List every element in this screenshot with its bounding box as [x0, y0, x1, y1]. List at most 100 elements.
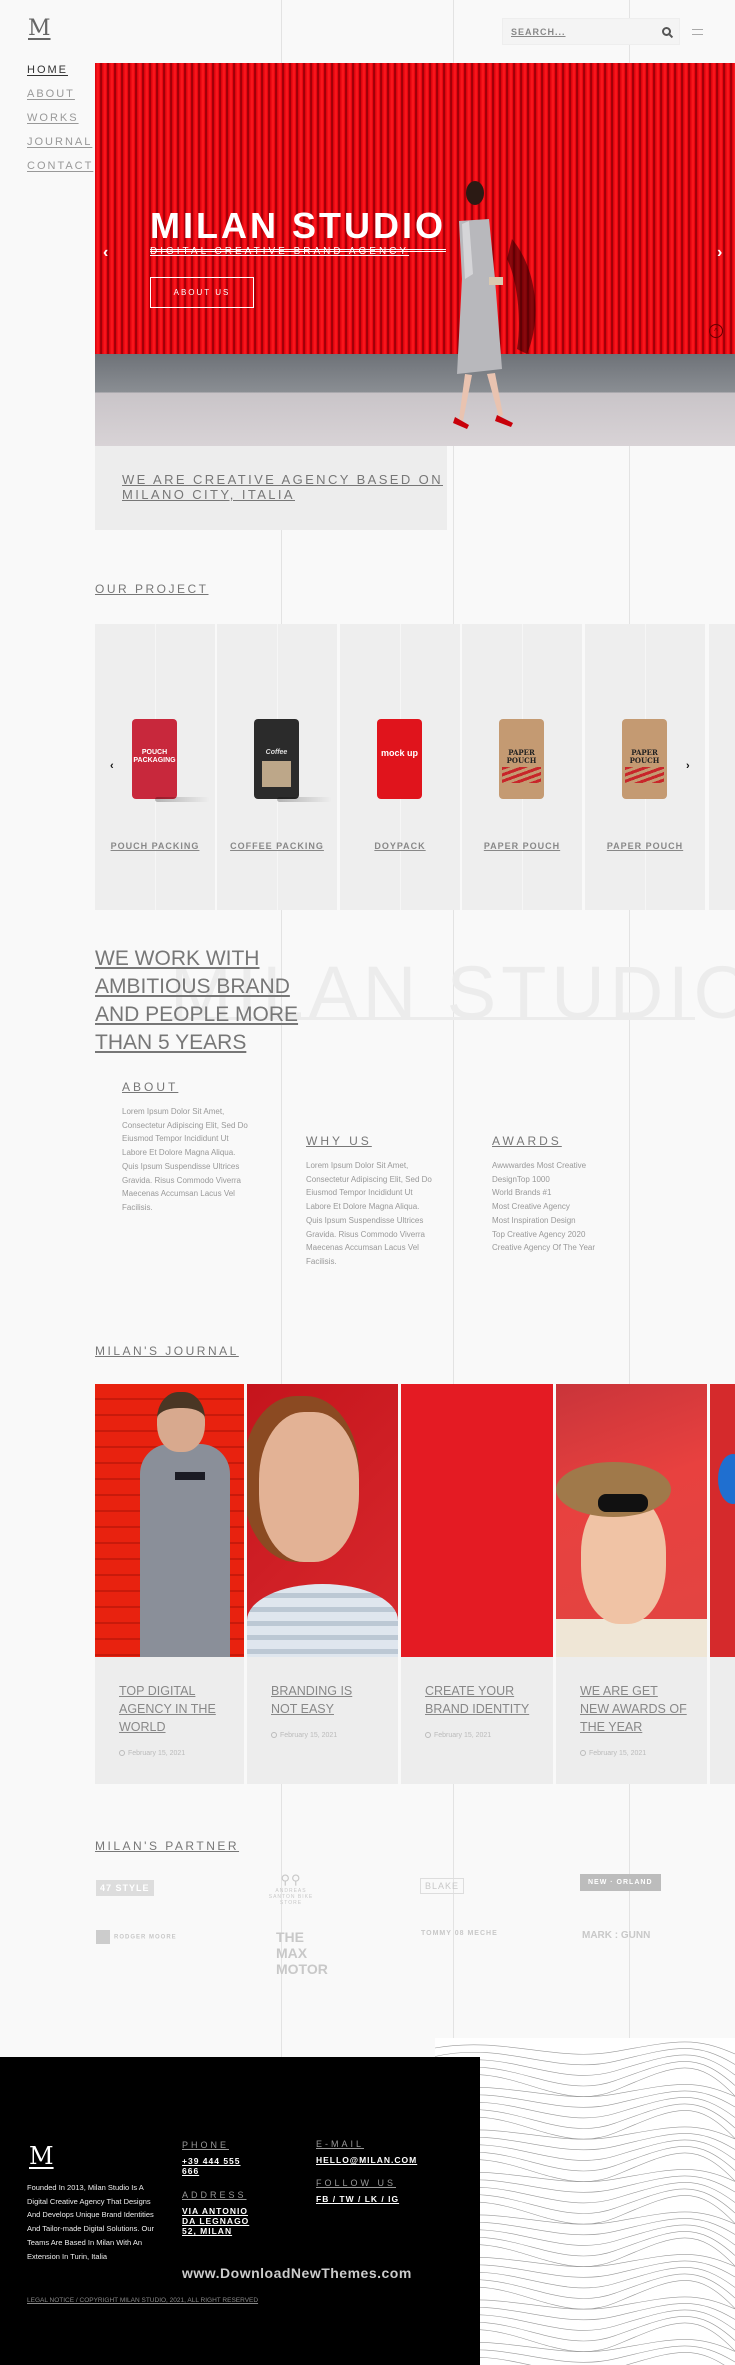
project-label[interactable]: DOYPACK	[340, 841, 460, 851]
search-icon[interactable]	[662, 27, 671, 36]
wave-line	[435, 2048, 735, 2066]
project-card[interactable]: PAPER POUCH PAPER POUCH	[462, 624, 582, 910]
journal-title-link[interactable]: CREATE YOUR BRAND IDENTITY	[425, 1682, 535, 1718]
project-label[interactable]: POUCH PACKING	[95, 841, 215, 851]
journal-image	[556, 1384, 707, 1657]
agency-intro-text: WE ARE CREATIVE AGENCY BASED ON MILANO C…	[122, 472, 443, 502]
wave-line	[435, 2110, 735, 2140]
chevron-right-icon[interactable]: ›	[717, 244, 722, 262]
journal-card[interactable]: CREATE YOUR BRAND IDENTITY February 15, …	[401, 1384, 553, 1784]
partner-logo[interactable]: 47 STYLE	[96, 1880, 154, 1896]
pouch-image: POUCH PACKAGING	[132, 719, 177, 799]
paper-pouch-image: PAPER POUCH	[622, 719, 667, 799]
footer-logo[interactable]: M	[29, 2142, 54, 2170]
wave-line	[435, 2280, 735, 2310]
journal-image	[401, 1384, 553, 1657]
project-card[interactable]: mock up DOYPACK	[340, 624, 460, 910]
about-us-button[interactable]: ABOUT US	[150, 277, 254, 308]
project-label[interactable]: COFFEE PACKING	[217, 841, 337, 851]
address-label: ADDRESS	[182, 2190, 247, 2200]
coffee-bag-image: Coffee	[254, 719, 299, 799]
wave-line	[435, 2316, 735, 2342]
journal-card[interactable]: TOP DIGITAL AGENCY IN THE WORLD February…	[95, 1384, 244, 1784]
partner-logo[interactable]: BLAKE	[420, 1878, 465, 1894]
award-item: DesignTop 1000	[492, 1174, 550, 1184]
wave-line	[435, 2309, 735, 2331]
awards-column-title: AWARDS	[492, 1134, 562, 1148]
partner-logo[interactable]: TOMMY 08 MECHE	[421, 1930, 498, 1937]
journal-date: February 15, 2021	[271, 1732, 337, 1739]
wave-line	[435, 2195, 735, 2225]
paper-pouch-image: PAPER POUCH	[499, 719, 544, 799]
journal-card[interactable]: BRANDING IS NOT EASY February 15, 2021	[247, 1384, 398, 1784]
journal-card[interactable]: WE ARE GET NEW AWARDS OF THE YEAR Februa…	[556, 1384, 707, 1784]
journal-image	[95, 1384, 244, 1657]
wave-line	[435, 2224, 735, 2246]
partner-logo[interactable]: ⚲⚲ ANDREAS SANTON BIKE STORE	[268, 1872, 314, 1906]
award-item: World Brands #1	[492, 1188, 552, 1198]
rm-icon	[96, 1930, 110, 1944]
agency-intro: WE ARE CREATIVE AGENCY BASED ON MILANO C…	[95, 446, 447, 530]
social-links[interactable]: FB / TW / LK / IG	[316, 2194, 399, 2204]
phone-label: PHONE	[182, 2140, 230, 2150]
chevron-left-icon[interactable]: ‹	[110, 760, 114, 772]
award-item: Most Inspiration Design	[492, 1215, 576, 1225]
wave-line	[435, 2218, 735, 2236]
hero-title: MILAN STUDIO	[150, 205, 446, 252]
award-item: Top Creative Agency 2020	[492, 1229, 586, 1239]
site-watermark: www.DownloadNewThemes.com	[182, 2265, 412, 2281]
hamburger-icon[interactable]	[692, 29, 703, 35]
nav-item-about[interactable]: ABOUT	[27, 88, 93, 100]
journal-title-link[interactable]: TOP DIGITAL AGENCY IN THE WORLD	[119, 1682, 229, 1736]
hero-slider: MILAN STUDIO DIGITAL CREATIVE BRAND AGEN…	[95, 63, 735, 446]
project-label[interactable]: PAPER POUCH	[462, 841, 582, 851]
wave-line	[435, 2231, 735, 2257]
projects-title: OUR PROJECT	[95, 582, 209, 596]
wave-line	[435, 2139, 735, 2161]
nav-item-works[interactable]: WORKS	[27, 112, 93, 124]
legal-notice-link[interactable]: LEGAL NOTICE / COPYRIGHT MILAN STUDIO, 2…	[27, 2297, 258, 2304]
partner-logo[interactable]: MARK : GUNN	[582, 1930, 650, 1941]
chevron-left-icon[interactable]: ‹	[103, 244, 108, 262]
project-card[interactable]	[709, 624, 735, 910]
journal-title-link[interactable]: WE ARE GET NEW AWARDS OF THE YEAR	[580, 1682, 690, 1736]
award-item: Awwwardes Most Creative	[492, 1161, 587, 1170]
search-box[interactable]	[502, 18, 680, 45]
wave-line	[435, 2322, 735, 2352]
nav-item-contact[interactable]: CONTACT	[27, 160, 93, 172]
wave-line	[435, 2067, 735, 2097]
partner-logo[interactable]: RODGER MOORE	[96, 1930, 177, 1944]
nav-item-journal[interactable]: JOURNAL	[27, 136, 93, 148]
wave-line	[435, 2152, 735, 2182]
nav-item-home[interactable]: HOME	[27, 64, 93, 76]
journal-title: MILAN'S JOURNAL	[95, 1344, 239, 1358]
partner-logo[interactable]: NEW · ORLAND	[580, 1874, 661, 1891]
clock-icon	[580, 1750, 586, 1756]
wave-line	[435, 2273, 735, 2299]
chevron-right-icon[interactable]: ›	[686, 760, 690, 772]
hero-subtitle: DIGITAL CREATIVE BRAND AGENCY	[150, 246, 410, 257]
wave-line	[435, 2090, 735, 2108]
awards-list: Awwwardes Most Creative DesignTop 1000 W…	[492, 1159, 632, 1255]
site-logo[interactable]: M	[28, 16, 51, 41]
wave-line	[435, 2352, 725, 2365]
award-item: Creative Agency Of The Year	[492, 1243, 596, 1253]
project-label[interactable]: PAPER POUCH	[585, 841, 705, 851]
wave-line	[435, 2097, 735, 2119]
why-us-column-text: Lorem Ipsum Dolor Sit Amet, Consectetur …	[306, 1161, 432, 1266]
about-column-text: Lorem Ipsum Dolor Sit Amet, Consectetur …	[122, 1107, 248, 1212]
journal-title-link[interactable]: BRANDING IS NOT EASY	[271, 1682, 381, 1718]
email-link[interactable]: HELLO@MILAN.COM	[316, 2155, 417, 2165]
partner-logo[interactable]: THE MAX MOTOR	[276, 1929, 332, 1977]
address-link[interactable]: VIA ANTONIO DA LEGNAGO 52, MILAN	[182, 2206, 252, 2236]
wave-line	[435, 2303, 735, 2321]
scroll-up-icon[interactable]: ^	[709, 324, 723, 338]
project-card[interactable]: Coffee COFFEE PACKING	[217, 624, 337, 910]
journal-card[interactable]	[710, 1384, 735, 1784]
wave-line	[435, 2188, 735, 2214]
search-input[interactable]	[511, 26, 651, 37]
about-headline: WE WORK WITH AMBITIOUS BRAND AND PEOPLE …	[95, 947, 299, 1054]
phone-link[interactable]: +39 444 555 666	[182, 2156, 252, 2176]
wave-line	[435, 2054, 735, 2076]
journal-image	[710, 1384, 735, 1657]
